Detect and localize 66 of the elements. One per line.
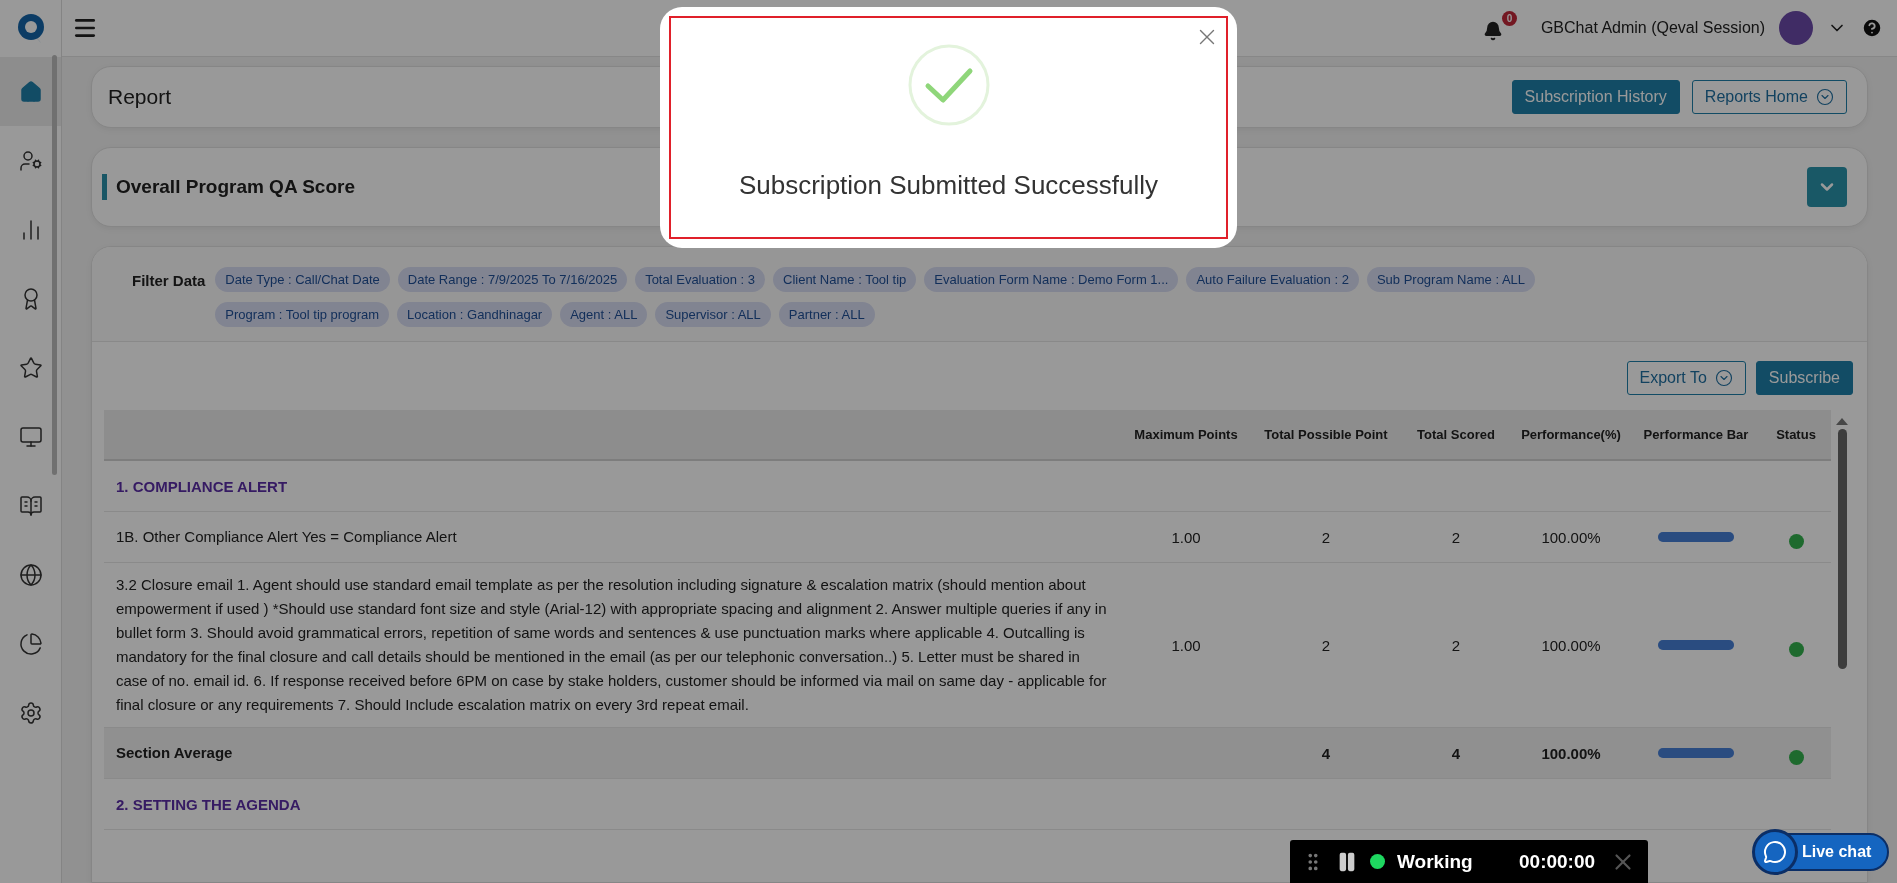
filter-chip: Auto Failure Evaluation : 2 xyxy=(1186,267,1359,292)
pie-chart-icon xyxy=(18,631,43,656)
help-icon[interactable] xyxy=(1861,17,1883,39)
table-cell-text: 1.00 xyxy=(1170,528,1202,546)
filter-chip: Location : Gandhinagar xyxy=(397,302,553,327)
filter-chip: Sub Program Name : ALL xyxy=(1366,267,1536,292)
user-gear-icon xyxy=(18,148,43,173)
table-cell-text: 2 xyxy=(1320,528,1332,546)
filter-label: Filter Data xyxy=(132,272,206,291)
filter-chip: Date Type : Call/Chat Date xyxy=(215,267,390,292)
status-dot xyxy=(1370,854,1385,869)
table-cell-text: 100.00% xyxy=(1540,636,1602,654)
filter-chip: Partner : ALL xyxy=(778,302,875,327)
column-header: Performance(%) xyxy=(1520,427,1622,442)
table-cell-text: 1B. Other Compliance Alert Yes = Compliance Alert xyxy=(115,527,458,547)
table-cell-text: 1.00 xyxy=(1170,636,1202,654)
sidebar-item[interactable] xyxy=(0,57,61,126)
filter-chip: Agent : ALL xyxy=(560,302,648,327)
table-cell-text: 100.00% xyxy=(1540,528,1602,546)
section-title: 1. COMPLIANCE ALERT xyxy=(115,477,289,495)
table-cell-text: 2 xyxy=(1450,636,1462,654)
timer-status: Working xyxy=(1397,850,1474,873)
table-cell-text: 100.00% xyxy=(1540,744,1602,762)
table-cell-text: 4 xyxy=(1320,744,1332,762)
success-message: Subscription Submitted Successfully xyxy=(738,170,1159,201)
table-cell-text: Section Average xyxy=(115,743,234,763)
subscribe-button[interactable]: Subscribe xyxy=(1755,361,1853,395)
section-title: 2. SETTING THE AGENDA xyxy=(115,795,302,813)
chevron-circle-icon xyxy=(1816,88,1834,106)
filter-chip: Client Name : Tool tip xyxy=(773,267,917,292)
filter-chip: Program : Tool tip program xyxy=(215,302,390,327)
chevron-circle-icon xyxy=(1714,369,1733,387)
column-header: Status xyxy=(1775,427,1817,442)
home-icon xyxy=(18,79,43,104)
column-header: Maximum Points xyxy=(1133,427,1239,442)
timer-time: 00:00:00 xyxy=(1519,850,1597,873)
table-cell-text: 3.2 Closure email 1. Agent should use standard email template as per the resolution including signature & escalation matrix (should mention about empowerment if used ) *Should use standard font size and style (Arial-12) with appropriate spacing and alignment 2. Answer multiple queries if any in bullet form 3. Should avoid grammatical errors, repetition of same words and sentences & use punctuation marks where applicable 4. Outcalling is mandatory for the final closure and call details should be mentioned in the email (as per our telephonic conversation..) 5. Letter must be shared in case of no. email id. 6. If response received before 6PM on case by stake holders, customer should be informed via mail on same day - applicable for final closure or any requirements 7. Should Include escalation matrix on every 3rd repeat email. xyxy=(115,575,1108,715)
page-title: Report xyxy=(108,85,173,109)
filter-chip: Total Evaluation : 3 xyxy=(635,267,765,292)
table-cell-text: 2 xyxy=(1320,636,1332,654)
export-button[interactable]: Export To xyxy=(1626,361,1746,395)
checkmark-icon xyxy=(907,44,990,126)
notification-count: 0 xyxy=(1501,11,1517,26)
column-header: Total Scored xyxy=(1416,427,1496,442)
accent-bar xyxy=(102,174,107,200)
filter-chip: Supervisor : ALL xyxy=(655,302,771,327)
panel-title: Overall Program QA Score xyxy=(116,176,355,198)
filter-chip: Evaluation Form Name : Demo Form 1... xyxy=(924,267,1179,292)
globe-icon xyxy=(18,562,43,587)
notification-button[interactable]: 0 xyxy=(1482,11,1517,45)
monitor-icon xyxy=(18,424,43,449)
column-header: Performance Bar xyxy=(1642,427,1750,442)
expand-button[interactable] xyxy=(1807,167,1847,207)
avatar xyxy=(1779,11,1813,45)
filter-chip: Date Range : 7/9/2025 To 7/16/2025 xyxy=(397,267,628,292)
column-header: Total Possible Point xyxy=(1263,427,1389,442)
reports-home-button[interactable]: Reports Home xyxy=(1691,80,1847,114)
scrollbar-thumb[interactable] xyxy=(1837,429,1847,669)
user-name: GBChat Admin (Qeval Session) xyxy=(1540,19,1765,37)
book-icon xyxy=(18,493,43,518)
table-cell-text: 2 xyxy=(1450,528,1462,546)
star-icon xyxy=(18,355,43,380)
settings-icon xyxy=(18,700,43,725)
table-cell-text: 4 xyxy=(1450,744,1462,762)
subscription-history-button[interactable]: Subscription History xyxy=(1511,80,1680,114)
bell-icon xyxy=(1482,21,1503,41)
